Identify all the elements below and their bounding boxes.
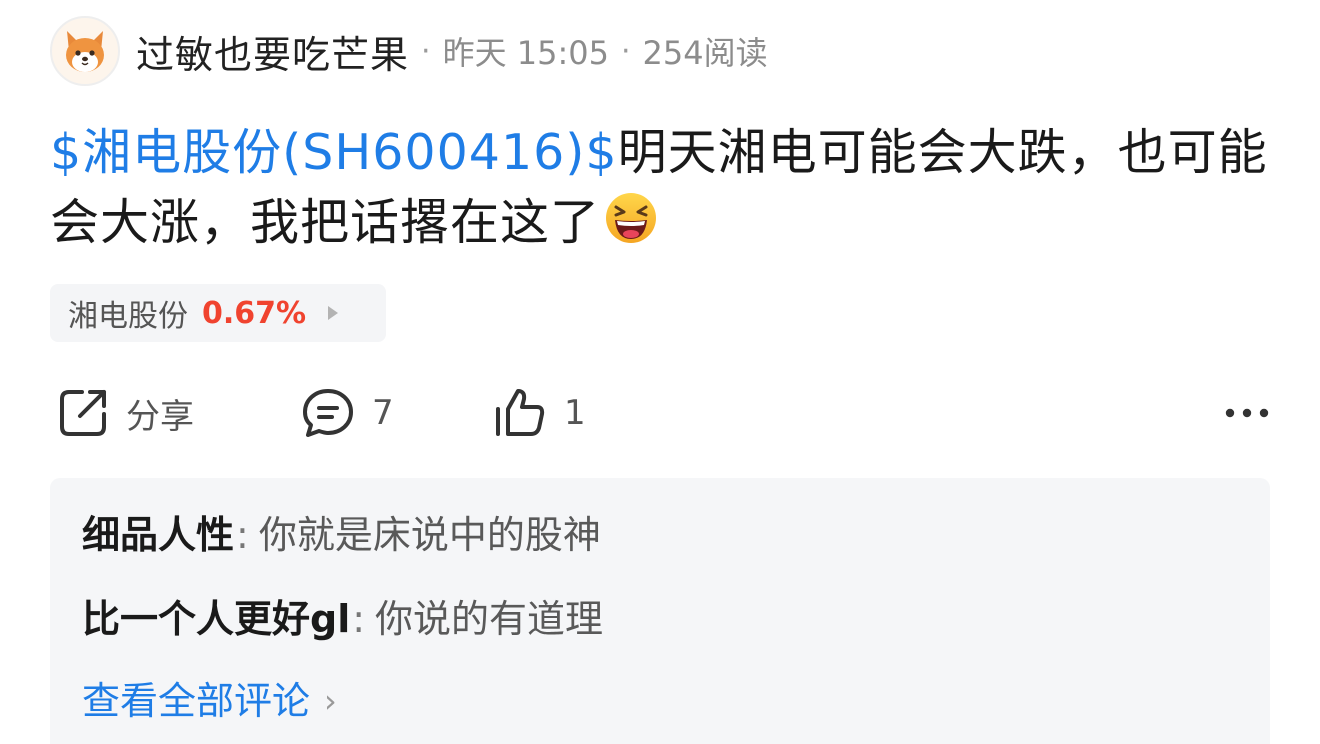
comment-count: 7 (372, 393, 394, 433)
share-label: 分享 (126, 396, 194, 437)
view-all-comments-link[interactable]: 查看全部评论 › (82, 676, 337, 726)
action-bar: 分享 7 1 (50, 382, 1270, 444)
comment-username[interactable]: 比一个人更好gl (82, 597, 350, 641)
comment-item[interactable]: 比一个人更好gl: 你说的有道理 (82, 594, 603, 644)
stock-name: 湘电股份 (68, 299, 188, 334)
view-all-label: 查看全部评论 (82, 679, 311, 723)
comment-button[interactable]: 7 (300, 382, 394, 444)
meta-separator: · (620, 33, 631, 69)
avatar[interactable] (50, 16, 120, 86)
post-content: $湘电股份(SH600416)$明天湘电可能会大跌，也可能会大涨，我把话撂在这了 (50, 118, 1280, 258)
share-button[interactable]: 分享 (56, 382, 194, 444)
comment-bubble-icon (303, 389, 353, 437)
comment-separator: : (352, 597, 366, 641)
stock-quote-chip[interactable]: 湘电股份 0.67% (50, 284, 386, 342)
more-options-button[interactable] (1210, 382, 1270, 444)
comment-username[interactable]: 细品人性 (82, 513, 234, 557)
comment-text: 你说的有道理 (375, 597, 604, 641)
author-name[interactable]: 过敏也要吃芒果 (136, 24, 409, 79)
like-button[interactable]: 1 (492, 382, 586, 444)
comment-preview-box: 细品人性: 你就是床说中的股神 比一个人更好gl: 你说的有道理 查看全部评论 › (50, 478, 1270, 744)
chevron-right-icon: › (324, 682, 337, 720)
like-count: 1 (564, 393, 586, 433)
stock-change: 0.67% (202, 295, 307, 331)
meta-separator: · (421, 33, 431, 69)
thumbs-up-icon (496, 389, 545, 436)
post-header: 过敏也要吃芒果 · 昨天 15:05 · 254阅读 (50, 14, 768, 88)
comment-text: 你就是床说中的股神 (258, 513, 601, 557)
comment-separator: : (236, 513, 249, 557)
post-time: 昨天 15:05 (442, 34, 609, 72)
post-card: 过敏也要吃芒果 · 昨天 15:05 · 254阅读 $湘电股份(SH60041… (0, 0, 1320, 744)
read-count: 254阅读 (642, 34, 768, 72)
laughing-emoji-icon (606, 193, 657, 243)
stock-link[interactable]: $湘电股份(SH600416)$ (50, 124, 618, 181)
shiba-dog-icon (66, 31, 104, 72)
comment-item[interactable]: 细品人性: 你就是床说中的股神 (82, 510, 601, 560)
share-icon (60, 390, 106, 436)
play-arrow-icon (328, 306, 339, 320)
more-dots-icon (1225, 408, 1269, 418)
